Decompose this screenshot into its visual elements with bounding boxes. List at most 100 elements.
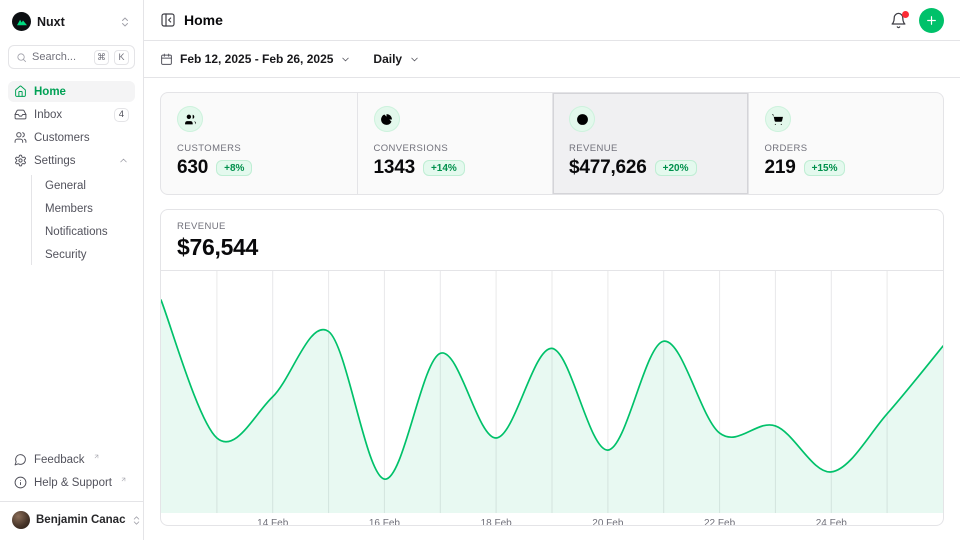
sidebar-nav: Home Inbox 4 Customers Settings	[8, 81, 135, 265]
external-link-icon	[93, 453, 100, 460]
search-placeholder: Search...	[32, 51, 89, 63]
notification-dot	[902, 11, 909, 18]
granularity-value: Daily	[373, 52, 402, 66]
chevron-up-icon	[118, 155, 129, 166]
stats-row: CUSTOMERS 630 +8% CONVERSIONS 1343 +14%	[160, 92, 944, 195]
sidebar-item-customers[interactable]: Customers	[8, 127, 135, 148]
collapse-sidebar-button[interactable]	[160, 12, 176, 28]
feedback-label: Feedback	[34, 454, 85, 466]
date-range-picker[interactable]: Feb 12, 2025 - Feb 26, 2025	[160, 52, 351, 66]
stat-card-customers[interactable]: CUSTOMERS 630 +8%	[161, 93, 357, 194]
app-root: Nuxt Search... ⌘ K Home	[0, 0, 960, 540]
revenue-chart-card: REVENUE $76,544 14 Feb 16 Feb 18 Feb 20 Feb…	[160, 209, 944, 526]
sidebar-item-settings[interactable]: Settings	[8, 150, 135, 171]
stat-delta-badge: +14%	[423, 160, 465, 176]
search-icon	[16, 52, 27, 63]
chevron-down-icon	[340, 54, 351, 65]
workspace-name: Nuxt	[37, 15, 113, 29]
chevrons-up-down-icon	[131, 515, 142, 526]
sidebar-item-label: Inbox	[34, 109, 107, 121]
sidebar-item-notifications[interactable]: Notifications	[41, 221, 135, 242]
x-axis-tick-label: 14 Feb	[257, 518, 288, 526]
stat-value: 1343	[374, 157, 415, 179]
chart-plot-area[interactable]: 14 Feb 16 Feb 18 Feb 20 Feb 22 Feb 24 Feb	[161, 271, 943, 525]
home-icon	[14, 85, 27, 98]
stat-delta-badge: +20%	[655, 160, 697, 176]
sidebar-item-label: Settings	[34, 155, 111, 167]
filters-toolbar: Feb 12, 2025 - Feb 26, 2025 Daily	[144, 41, 960, 78]
sidebar-item-general[interactable]: General	[41, 175, 135, 196]
help-support-link[interactable]: Help & Support	[8, 472, 135, 493]
stat-value: 630	[177, 157, 208, 179]
sidebar-footer: Feedback Help & Support Benjamin Canac	[8, 449, 135, 532]
sidebar-item-security[interactable]: Security	[41, 244, 135, 265]
x-axis-tick-label: 20 Feb	[592, 518, 623, 526]
feedback-link[interactable]: Feedback	[8, 449, 135, 470]
stat-card-revenue[interactable]: REVENUE $477,626 +20%	[552, 93, 748, 194]
revenue-area-chart	[161, 271, 943, 513]
sidebar-item-members[interactable]: Members	[41, 198, 135, 219]
stat-delta-badge: +15%	[804, 160, 846, 176]
chart-metric-total: $76,544	[177, 234, 927, 261]
kbd-cmd: ⌘	[94, 50, 109, 65]
external-link-icon	[120, 476, 127, 483]
x-axis-tick-label: 22 Feb	[704, 518, 735, 526]
inbox-icon	[14, 108, 27, 121]
granularity-select[interactable]: Daily	[373, 52, 420, 66]
cart-icon	[765, 106, 791, 132]
chart-header: REVENUE $76,544	[161, 210, 943, 271]
sidebar-item-label: Customers	[34, 132, 129, 144]
gear-icon	[14, 154, 27, 167]
main-area: Home Feb 12, 2	[144, 0, 960, 540]
inbox-count-badge: 4	[114, 108, 129, 122]
info-icon	[14, 476, 27, 489]
stat-label: REVENUE	[569, 143, 732, 154]
search-input[interactable]: Search... ⌘ K	[8, 45, 135, 69]
sidebar-item-label: Security	[45, 249, 131, 261]
settings-subnav: General Members Notifications Security	[31, 175, 135, 265]
plus-icon	[925, 14, 938, 27]
user-name: Benjamin Canac	[36, 514, 125, 526]
stat-delta-badge: +8%	[216, 160, 252, 176]
page-title: Home	[184, 12, 223, 28]
sidebar-item-label: Members	[45, 203, 131, 215]
add-button[interactable]	[919, 8, 944, 33]
sidebar-item-label: Home	[34, 86, 129, 98]
stat-label: CUSTOMERS	[177, 143, 341, 154]
help-support-label: Help & Support	[34, 477, 112, 489]
sidebar-item-label: General	[45, 180, 131, 192]
kbd-k: K	[114, 50, 129, 65]
sidebar-item-home[interactable]: Home	[8, 81, 135, 102]
sidebar-divider	[0, 501, 143, 502]
nuxt-logo-icon	[12, 12, 31, 31]
sidebar-item-inbox[interactable]: Inbox 4	[8, 104, 135, 125]
stat-label: CONVERSIONS	[374, 143, 537, 154]
page-header: Home	[144, 0, 960, 41]
x-axis-tick-label: 18 Feb	[481, 518, 512, 526]
x-axis-tick-label: 24 Feb	[816, 518, 847, 526]
stat-value: $477,626	[569, 157, 647, 179]
pie-chart-icon	[374, 106, 400, 132]
chevrons-up-down-icon	[119, 16, 131, 28]
user-menu[interactable]: Benjamin Canac	[8, 508, 135, 532]
date-range-value: Feb 12, 2025 - Feb 26, 2025	[180, 52, 333, 66]
users-icon	[14, 131, 27, 144]
x-axis-labels: 14 Feb 16 Feb 18 Feb 20 Feb 22 Feb 24 Feb	[161, 513, 943, 526]
dollar-circle-icon	[569, 106, 595, 132]
sidebar-item-label: Notifications	[45, 226, 131, 238]
message-bubble-icon	[14, 453, 27, 466]
notifications-button[interactable]	[890, 12, 907, 29]
dashboard-content: CUSTOMERS 630 +8% CONVERSIONS 1343 +14%	[144, 78, 960, 540]
x-axis-tick-label: 16 Feb	[369, 518, 400, 526]
stat-value: 219	[765, 157, 796, 179]
users-icon	[177, 106, 203, 132]
chart-metric-label: REVENUE	[177, 221, 927, 232]
avatar	[12, 511, 30, 529]
calendar-icon	[160, 53, 173, 66]
sidebar: Nuxt Search... ⌘ K Home	[0, 0, 144, 540]
stat-label: ORDERS	[765, 143, 928, 154]
workspace-selector[interactable]: Nuxt	[8, 8, 135, 35]
stat-card-orders[interactable]: ORDERS 219 +15%	[748, 93, 944, 194]
chevron-down-icon	[409, 54, 420, 65]
stat-card-conversions[interactable]: CONVERSIONS 1343 +14%	[357, 93, 553, 194]
